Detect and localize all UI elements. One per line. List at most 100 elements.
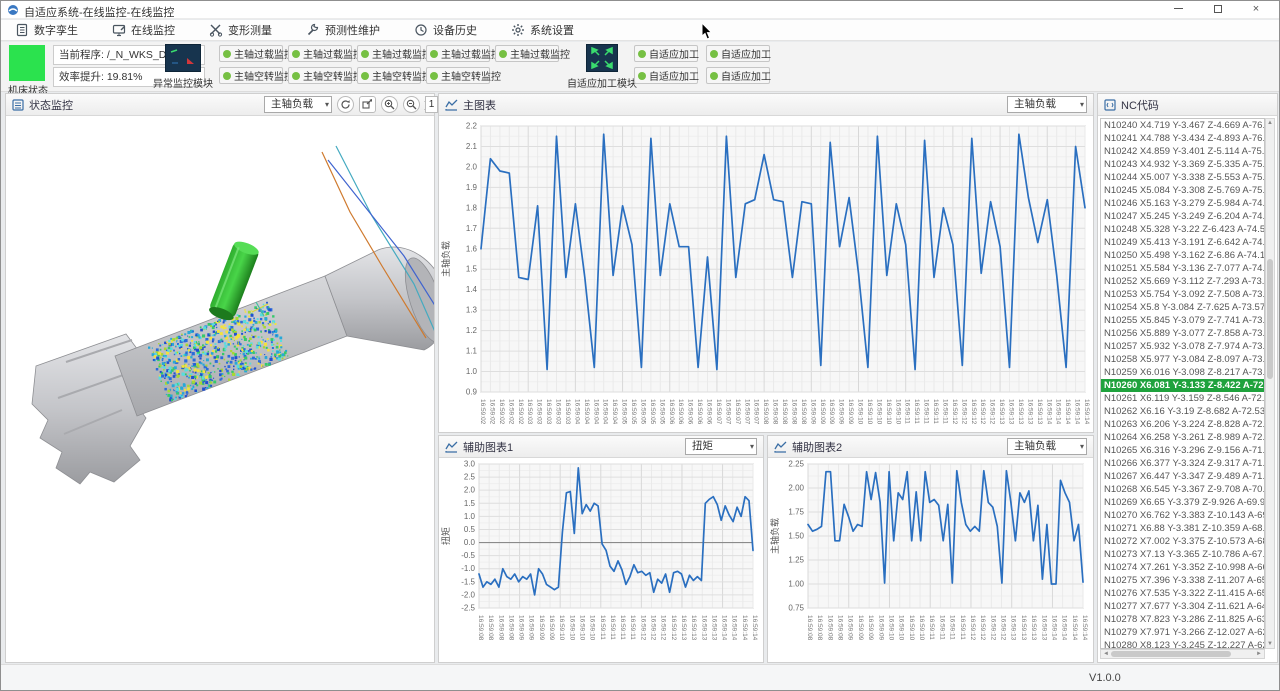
nc-line[interactable]: N10270 X6.762 Y-3.383 Z-10.143 A-69.34 [1101, 509, 1264, 522]
spindle-overload-monitor-button[interactable]: 主轴过载监控 [288, 45, 352, 62]
adaptive-machining-button[interactable]: 自适应加工 [634, 67, 698, 84]
svg-text:16:59:14: 16:59:14 [1083, 399, 1090, 425]
adaptive-machining-module-icon[interactable] [586, 44, 618, 72]
nc-line[interactable]: N10265 X6.316 Y-3.296 Z-9.156 A-71.771 [1101, 444, 1264, 457]
adaptive-machining-button[interactable]: 自适应加工 [634, 45, 698, 62]
nc-line[interactable]: N10280 X8.123 Y-3.245 Z-12.227 A-62.23 [1101, 639, 1264, 649]
svg-text:16:59:13: 16:59:13 [1026, 399, 1033, 425]
svg-text:16:59:03: 16:59:03 [536, 399, 543, 425]
close-button[interactable]: × [1239, 1, 1273, 19]
menu-item-deformation-measure[interactable]: 变形测量 [205, 20, 276, 40]
nc-line[interactable]: N10267 X6.447 Y-3.347 Z-9.489 A-71.055 [1101, 470, 1264, 483]
maximize-button[interactable] [1201, 1, 1235, 19]
svg-text:16:59:07: 16:59:07 [724, 399, 731, 425]
nc-line[interactable]: N10269 X6.65 Y-3.379 Z-9.926 A-69.947 C [1101, 496, 1264, 509]
status-metric-dropdown[interactable]: 主轴负载▾ [264, 96, 332, 113]
export-view-icon[interactable] [359, 96, 376, 113]
nc-line[interactable]: N10243 X4.932 Y-3.369 Z-5.335 A-75.523 [1101, 158, 1264, 171]
main-chart-canvas: 0.91.01.11.21.31.41.51.61.71.81.92.02.12… [439, 116, 1093, 434]
spindle-idle-monitor-button[interactable]: 主轴空转监控 [288, 67, 352, 84]
nc-line[interactable]: N10264 X6.258 Y-3.261 Z-8.989 A-72.072 [1101, 431, 1264, 444]
menu-item-online-monitor[interactable]: 在线监控 [108, 20, 179, 40]
anomaly-monitor-module-icon[interactable] [165, 44, 201, 72]
nc-code-list[interactable]: N10240 X4.719 Y-3.467 Z-4.669 A-76.396N1… [1100, 118, 1265, 649]
zoom-in-icon[interactable] [381, 96, 398, 113]
nc-line[interactable]: N10248 X5.328 Y-3.22 Z-6.423 A-74.52 C [1101, 223, 1264, 236]
adaptive-machining-button[interactable]: 自适应加工 [706, 67, 770, 84]
spindle-overload-monitor-button[interactable]: 主轴过载监控 [426, 45, 490, 62]
zoom-scale-value[interactable]: 1 [425, 96, 438, 113]
nc-line[interactable]: N10247 X5.245 Y-3.249 Z-6.204 A-74.701 [1101, 210, 1264, 223]
spindle-idle-monitor-button[interactable]: 主轴空转监控 [426, 67, 490, 84]
button-label: 自适应加工 [649, 68, 699, 83]
nc-horizontal-scrollbar[interactable]: ◄ ► [1100, 649, 1265, 659]
nc-line[interactable]: N10272 X7.002 Y-3.375 Z-10.573 A-68.05 [1101, 535, 1264, 548]
nc-line[interactable]: N10245 X5.084 Y-3.308 Z-5.769 A-75.088 [1101, 184, 1264, 197]
nc-line[interactable]: N10252 X5.669 Y-3.112 Z-7.293 A-73.844 [1101, 275, 1264, 288]
rotate-view-icon[interactable] [337, 96, 354, 113]
menu-item-system-settings[interactable]: 系统设置 [507, 20, 578, 40]
zoom-out-icon[interactable] [403, 96, 420, 113]
nc-line[interactable]: N10242 X4.859 Y-3.401 Z-5.114 A-75.775 [1101, 145, 1264, 158]
nc-line[interactable]: N10256 X5.889 Y-3.077 Z-7.858 A-73.348 [1101, 327, 1264, 340]
spindle-overload-monitor-button[interactable]: 主轴过载监控 [495, 45, 559, 62]
nc-line[interactable]: N10277 X7.677 Y-3.304 Z-11.621 A-64.48 [1101, 600, 1264, 613]
svg-text:1.4: 1.4 [466, 285, 478, 294]
scrollbar-thumb[interactable] [1111, 651, 1231, 657]
menu-item-device-history[interactable]: 设备历史 [410, 20, 481, 40]
nc-line[interactable]: N10259 X6.016 Y-3.098 Z-8.217 A-73.036 [1101, 366, 1264, 379]
spindle-idle-monitor-button[interactable]: 主轴空转监控 [219, 67, 283, 84]
nc-line[interactable]: N10276 X7.535 Y-3.322 Z-11.415 A-65.22 [1101, 587, 1264, 600]
nc-line[interactable]: N10244 X5.007 Y-3.338 Z-5.553 A-75.297 [1101, 171, 1264, 184]
main-chart-header: 主图表 主轴负载▾ [439, 94, 1093, 116]
nc-line[interactable]: N10253 X5.754 Y-3.092 Z-7.508 A-73.677 [1101, 288, 1264, 301]
nc-line[interactable]: N10255 X5.845 Y-3.079 Z-7.741 A-73.458 [1101, 314, 1264, 327]
nc-line[interactable]: N10274 X7.261 Y-3.352 Z-10.998 A-66.67 [1101, 561, 1264, 574]
version-label: V1.0.0 [1089, 672, 1121, 684]
nc-line[interactable]: N10240 X4.719 Y-3.467 Z-4.669 A-76.396 [1101, 119, 1264, 132]
nc-line[interactable]: N10249 X5.413 Y-3.191 Z-6.642 A-74.346 [1101, 236, 1264, 249]
nc-line[interactable]: N10246 X5.163 Y-3.279 Z-5.984 A-74.892 [1101, 197, 1264, 210]
svg-text:16:59:11: 16:59:11 [599, 615, 606, 640]
machine-3d-view[interactable] [6, 116, 434, 662]
nc-line[interactable]: N10250 X5.498 Y-3.162 Z-6.86 A-74.178 C [1101, 249, 1264, 262]
nc-line[interactable]: N10241 X4.788 Y-3.434 Z-4.893 A-76.062 [1101, 132, 1264, 145]
minimize-button[interactable] [1161, 1, 1195, 19]
nc-line[interactable]: N10261 X6.119 Y-3.159 Z-8.546 A-72.701 [1101, 392, 1264, 405]
nc-line[interactable]: N10266 X6.377 Y-3.324 Z-9.317 A-71.443 [1101, 457, 1264, 470]
nc-line[interactable]: N10258 X5.977 Y-3.084 Z-8.097 A-73.138 [1101, 353, 1264, 366]
scroll-left-icon[interactable]: ◄ [1102, 651, 1110, 657]
spindle-idle-monitor-button[interactable]: 主轴空转监控 [357, 67, 421, 84]
svg-text:16:59:13: 16:59:13 [690, 615, 697, 641]
svg-text:16:59:10: 16:59:10 [885, 399, 892, 425]
nc-line[interactable]: N10257 X5.932 Y-3.078 Z-7.974 A-73.243 [1101, 340, 1264, 353]
nc-line[interactable]: N10278 X7.823 Y-3.286 Z-11.825 A-63.73 [1101, 613, 1264, 626]
nc-line[interactable]: N10263 X6.206 Y-3.224 Z-8.828 A-72.33 C [1101, 418, 1264, 431]
aux-chart1-metric-dropdown[interactable]: 扭矩▾ [685, 438, 757, 455]
nc-line[interactable]: N10273 X7.13 Y-3.365 Z-10.786 A-67.372 [1101, 548, 1264, 561]
scroll-down-icon[interactable]: ▼ [1266, 641, 1274, 647]
nc-line[interactable]: N10275 X7.396 Y-3.338 Z-11.207 A-65.95 [1101, 574, 1264, 587]
scroll-right-icon[interactable]: ► [1255, 651, 1263, 657]
aux-chart2-metric-dropdown[interactable]: 主轴负载▾ [1007, 438, 1087, 455]
adaptive-machining-button[interactable]: 自适应加工 [706, 45, 770, 62]
spindle-overload-monitor-button[interactable]: 主轴过载监控 [219, 45, 283, 62]
scrollbar-thumb[interactable] [1267, 259, 1273, 379]
nc-line[interactable]: N10279 X7.971 Y-3.266 Z-12.027 A-62.98 [1101, 626, 1264, 639]
svg-text:16:59:04: 16:59:04 [602, 399, 609, 425]
spindle-overload-monitor-button[interactable]: 主轴过载监控 [357, 45, 421, 62]
nc-line[interactable]: N10262 X6.16 Y-3.19 Z-8.682 A-72.534 C [1101, 405, 1264, 418]
nc-line[interactable]: N10271 X6.88 Y-3.381 Z-10.359 A-68.711 [1101, 522, 1264, 535]
nc-line-current[interactable]: N10260 X6.081 Y-3.133 Z-8.422 A-72.835 [1101, 379, 1264, 392]
nc-line[interactable]: N10268 X6.545 Y-3.367 Z-9.708 A-70.519 [1101, 483, 1264, 496]
menu-item-digital-twin[interactable]: 数字孪生 [11, 20, 82, 40]
scroll-up-icon[interactable]: ▲ [1266, 120, 1274, 126]
main-chart-metric-dropdown[interactable]: 主轴负载▾ [1007, 96, 1087, 113]
nc-line[interactable]: N10251 X5.584 Y-3.136 Z-7.077 A-74.012 [1101, 262, 1264, 275]
menu-item-predictive-maintenance[interactable]: 预测性维护 [302, 20, 384, 40]
button-label: 自适应加工 [721, 68, 771, 83]
svg-text:2.0: 2.0 [466, 162, 478, 171]
main-chart-title: 主图表 [463, 97, 496, 113]
nc-vertical-scrollbar[interactable]: ▲ ▼ [1265, 118, 1275, 649]
nc-line[interactable]: N10254 X5.8 Y-3.084 Z-7.625 A-73.571 C [1101, 301, 1264, 314]
